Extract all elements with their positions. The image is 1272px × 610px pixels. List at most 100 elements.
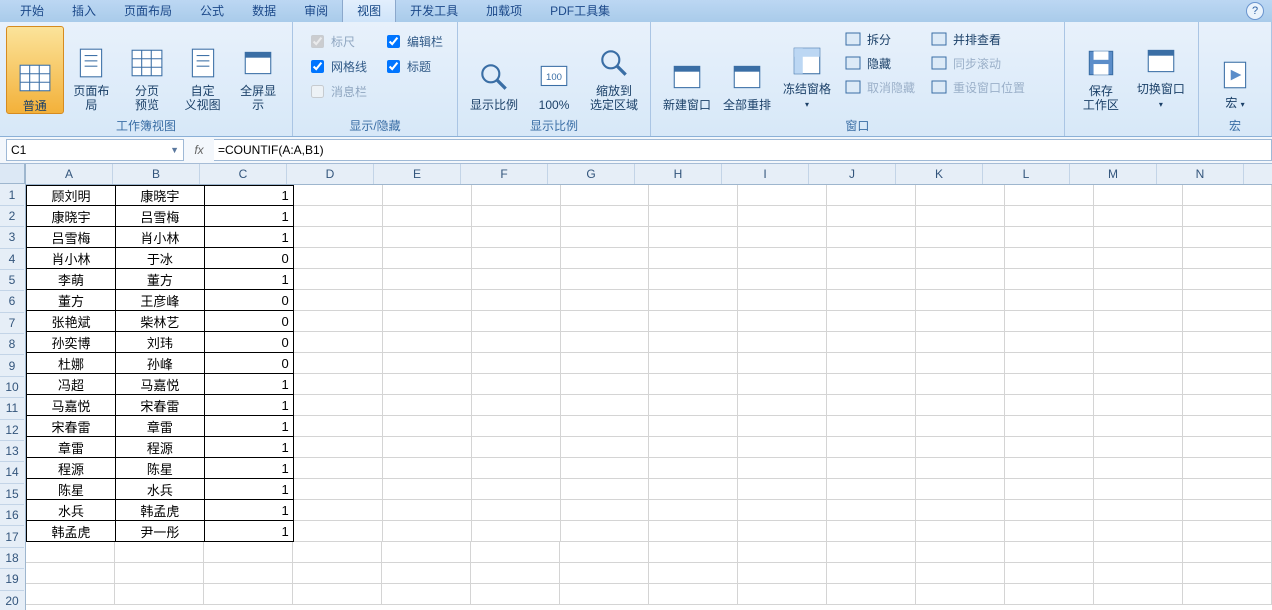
cell-F20[interactable] — [471, 584, 560, 605]
cell-C4[interactable]: 0 — [205, 248, 294, 269]
cell-I14[interactable] — [738, 458, 827, 479]
cell-G16[interactable] — [561, 500, 650, 521]
cell-H12[interactable] — [649, 416, 738, 437]
cell-C9[interactable]: 0 — [205, 353, 294, 374]
row-header-11[interactable]: 11 — [0, 398, 24, 419]
cell-F18[interactable] — [471, 542, 560, 563]
cell-F16[interactable] — [472, 500, 561, 521]
cell-L10[interactable] — [1005, 374, 1094, 395]
cell-M20[interactable] — [1094, 584, 1183, 605]
cell-J13[interactable] — [827, 437, 916, 458]
cell-E11[interactable] — [383, 395, 472, 416]
winopt2-0[interactable]: 并排查看 — [927, 28, 1029, 50]
cell-C6[interactable]: 0 — [205, 290, 294, 311]
col-header-F[interactable]: F — [461, 164, 548, 184]
cell-M16[interactable] — [1094, 500, 1183, 521]
cell-I8[interactable] — [738, 332, 827, 353]
col-header-I[interactable]: I — [722, 164, 809, 184]
chk-formulabar[interactable]: 编辑栏 — [383, 32, 443, 51]
cell-E8[interactable] — [383, 332, 472, 353]
cell-L15[interactable] — [1005, 479, 1094, 500]
cell-K3[interactable] — [916, 227, 1005, 248]
cell-A11[interactable]: 马嘉悦 — [26, 395, 116, 416]
cell-J18[interactable] — [827, 542, 916, 563]
cell-L5[interactable] — [1005, 269, 1094, 290]
cell-L4[interactable] — [1005, 248, 1094, 269]
cell-E14[interactable] — [383, 458, 472, 479]
cell-K17[interactable] — [916, 521, 1005, 542]
cell-F13[interactable] — [472, 437, 561, 458]
cell-D15[interactable] — [294, 479, 383, 500]
cell-A19[interactable] — [26, 563, 115, 584]
cell-A2[interactable]: 康晓宇 — [26, 206, 116, 227]
cell-J9[interactable] — [827, 353, 916, 374]
col-header-D[interactable]: D — [287, 164, 374, 184]
cell-A13[interactable]: 章雷 — [26, 437, 116, 458]
col-header-B[interactable]: B — [113, 164, 200, 184]
cell-E5[interactable] — [383, 269, 472, 290]
cell-F12[interactable] — [472, 416, 561, 437]
cell-D6[interactable] — [294, 290, 383, 311]
row-header-12[interactable]: 12 — [0, 420, 24, 441]
cell-L16[interactable] — [1005, 500, 1094, 521]
cell-K6[interactable] — [916, 290, 1005, 311]
col-header-K[interactable]: K — [896, 164, 983, 184]
cell-L9[interactable] — [1005, 353, 1094, 374]
tab-9[interactable]: PDF工具集 — [536, 0, 624, 22]
col-header-M[interactable]: M — [1070, 164, 1157, 184]
cell-A17[interactable]: 韩孟虎 — [26, 521, 116, 542]
chk-gridlines[interactable]: 网格线 — [307, 57, 367, 76]
cell-F4[interactable] — [472, 248, 561, 269]
cell-N4[interactable] — [1183, 248, 1272, 269]
cell-G1[interactable] — [561, 185, 650, 206]
row-header-1[interactable]: 1 — [0, 184, 24, 205]
cell-F2[interactable] — [472, 206, 561, 227]
cell-A9[interactable]: 杜娜 — [26, 353, 116, 374]
cell-A15[interactable]: 陈星 — [26, 479, 116, 500]
cell-N5[interactable] — [1183, 269, 1272, 290]
cell-J2[interactable] — [827, 206, 916, 227]
cell-G13[interactable] — [561, 437, 650, 458]
cell-F10[interactable] — [472, 374, 561, 395]
cell-I5[interactable] — [738, 269, 827, 290]
tab-3[interactable]: 公式 — [186, 0, 238, 22]
cell-D19[interactable] — [293, 563, 382, 584]
cell-L11[interactable] — [1005, 395, 1094, 416]
win-btn-0[interactable]: 新建窗口 — [657, 26, 717, 112]
view-btn-4[interactable]: 全屏显示 — [230, 26, 286, 112]
cell-N9[interactable] — [1183, 353, 1272, 374]
cell-M4[interactable] — [1094, 248, 1183, 269]
cell-C7[interactable]: 0 — [205, 311, 294, 332]
cell-A1[interactable]: 顾刘明 — [26, 185, 116, 206]
row-header-13[interactable]: 13 — [0, 441, 24, 462]
cell-M12[interactable] — [1094, 416, 1183, 437]
cell-E16[interactable] — [383, 500, 472, 521]
tab-2[interactable]: 页面布局 — [110, 0, 186, 22]
formula-input[interactable]: =COUNTIF(A:A,B1) — [214, 139, 1272, 161]
cell-M2[interactable] — [1094, 206, 1183, 227]
winopt-0[interactable]: 拆分 — [841, 28, 919, 50]
tab-5[interactable]: 审阅 — [290, 0, 342, 22]
cell-A18[interactable] — [26, 542, 115, 563]
view-btn-1[interactable]: 页面布局 — [64, 26, 120, 112]
cell-J5[interactable] — [827, 269, 916, 290]
row-header-3[interactable]: 3 — [0, 227, 24, 248]
cell-H3[interactable] — [649, 227, 738, 248]
cell-F5[interactable] — [472, 269, 561, 290]
cell-L19[interactable] — [1005, 563, 1094, 584]
cell-A8[interactable]: 孙奕博 — [26, 332, 116, 353]
cell-E10[interactable] — [383, 374, 472, 395]
cell-B14[interactable]: 陈星 — [116, 458, 205, 479]
row-header-10[interactable]: 10 — [0, 377, 24, 398]
cell-N8[interactable] — [1183, 332, 1272, 353]
cell-E20[interactable] — [382, 584, 471, 605]
cell-D3[interactable] — [294, 227, 383, 248]
cell-B11[interactable]: 宋春雷 — [116, 395, 205, 416]
row-header-18[interactable]: 18 — [0, 548, 24, 569]
cell-K1[interactable] — [916, 185, 1005, 206]
row-header-19[interactable]: 19 — [0, 569, 24, 590]
cell-E9[interactable] — [383, 353, 472, 374]
row-header-9[interactable]: 9 — [0, 355, 24, 376]
cell-D5[interactable] — [294, 269, 383, 290]
cell-C3[interactable]: 1 — [205, 227, 294, 248]
